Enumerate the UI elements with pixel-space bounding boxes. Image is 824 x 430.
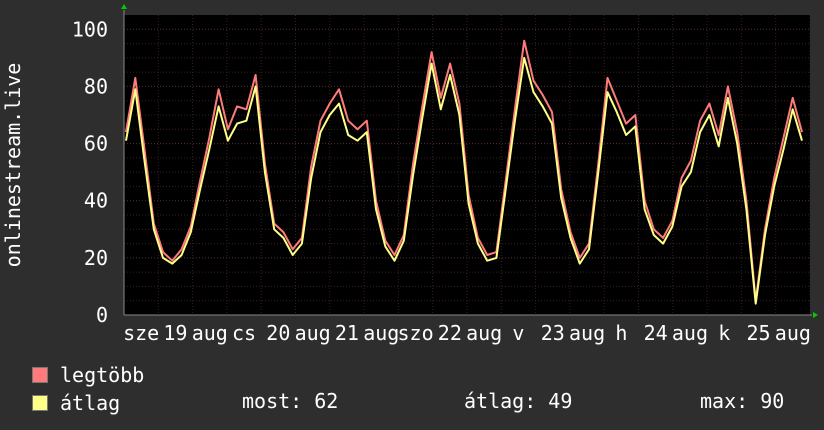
x-tick-label: aug <box>672 321 708 345</box>
x-tick-label: h <box>615 321 627 345</box>
x-tick-label: aug <box>775 321 811 345</box>
line-chart: 020406080100 sze 19 aug cs 20 aug 21 augszo 22 au… <box>1 4 818 345</box>
x-tick-label: aug <box>569 321 605 345</box>
stat-max: max: 90 <box>700 389 785 413</box>
x-tick-label: 24 <box>644 321 668 345</box>
legend-label: legtöbb <box>60 363 145 387</box>
legend-swatch <box>32 395 48 411</box>
y-axis-arrow <box>121 4 127 9</box>
x-axis: sze 19 aug cs 20 aug 21 augszo 22 aug v 23 aug h 24 aug… <box>123 312 818 345</box>
x-tick-label: sze <box>123 321 159 345</box>
y-axis: 0 20 40 60 80 100 <box>72 4 127 327</box>
x-tick-label: 22 <box>438 321 462 345</box>
stat-now: most: 62 <box>242 389 339 413</box>
y-tick-label: 80 <box>84 74 108 98</box>
x-tick-label: 23 <box>541 321 565 345</box>
x-tick-label: aug <box>466 321 502 345</box>
x-tick-label: 25 <box>747 321 771 345</box>
x-axis-arrow <box>813 312 818 318</box>
y-tick-label: 40 <box>84 189 108 213</box>
x-tick-label: szo <box>397 321 433 345</box>
legend-item-max: legtöbb <box>32 364 144 386</box>
y-tick-label: 0 <box>96 303 108 327</box>
y-tick-label: 60 <box>84 132 108 156</box>
x-tick-label: v <box>512 321 524 345</box>
x-tick-label: aug <box>295 321 331 345</box>
x-tick-label: aug <box>363 321 399 345</box>
y-tick-label: 100 <box>72 17 108 41</box>
x-tick-label: cs <box>232 321 256 345</box>
x-tick-label: aug <box>192 321 228 345</box>
chart-root: 0 20 40 60 80 100 sze 19 aug cs 20 aug 21 aug szo 22 au… <box>0 0 824 430</box>
stat-avg: átlag: 49 <box>464 389 573 413</box>
x-tick-label: 20 <box>266 321 290 345</box>
y-tick-label: 20 <box>84 246 108 270</box>
y-axis-label: onlinestream.live <box>1 63 25 268</box>
x-tick-label: 19 <box>163 321 187 345</box>
grid <box>123 15 811 315</box>
x-tick-label: 21 <box>335 321 359 345</box>
legend-swatch <box>32 367 48 383</box>
x-tick-label: k <box>718 321 730 345</box>
legend-item-avg: átlag <box>32 392 120 414</box>
legend-label: átlag <box>60 391 121 415</box>
